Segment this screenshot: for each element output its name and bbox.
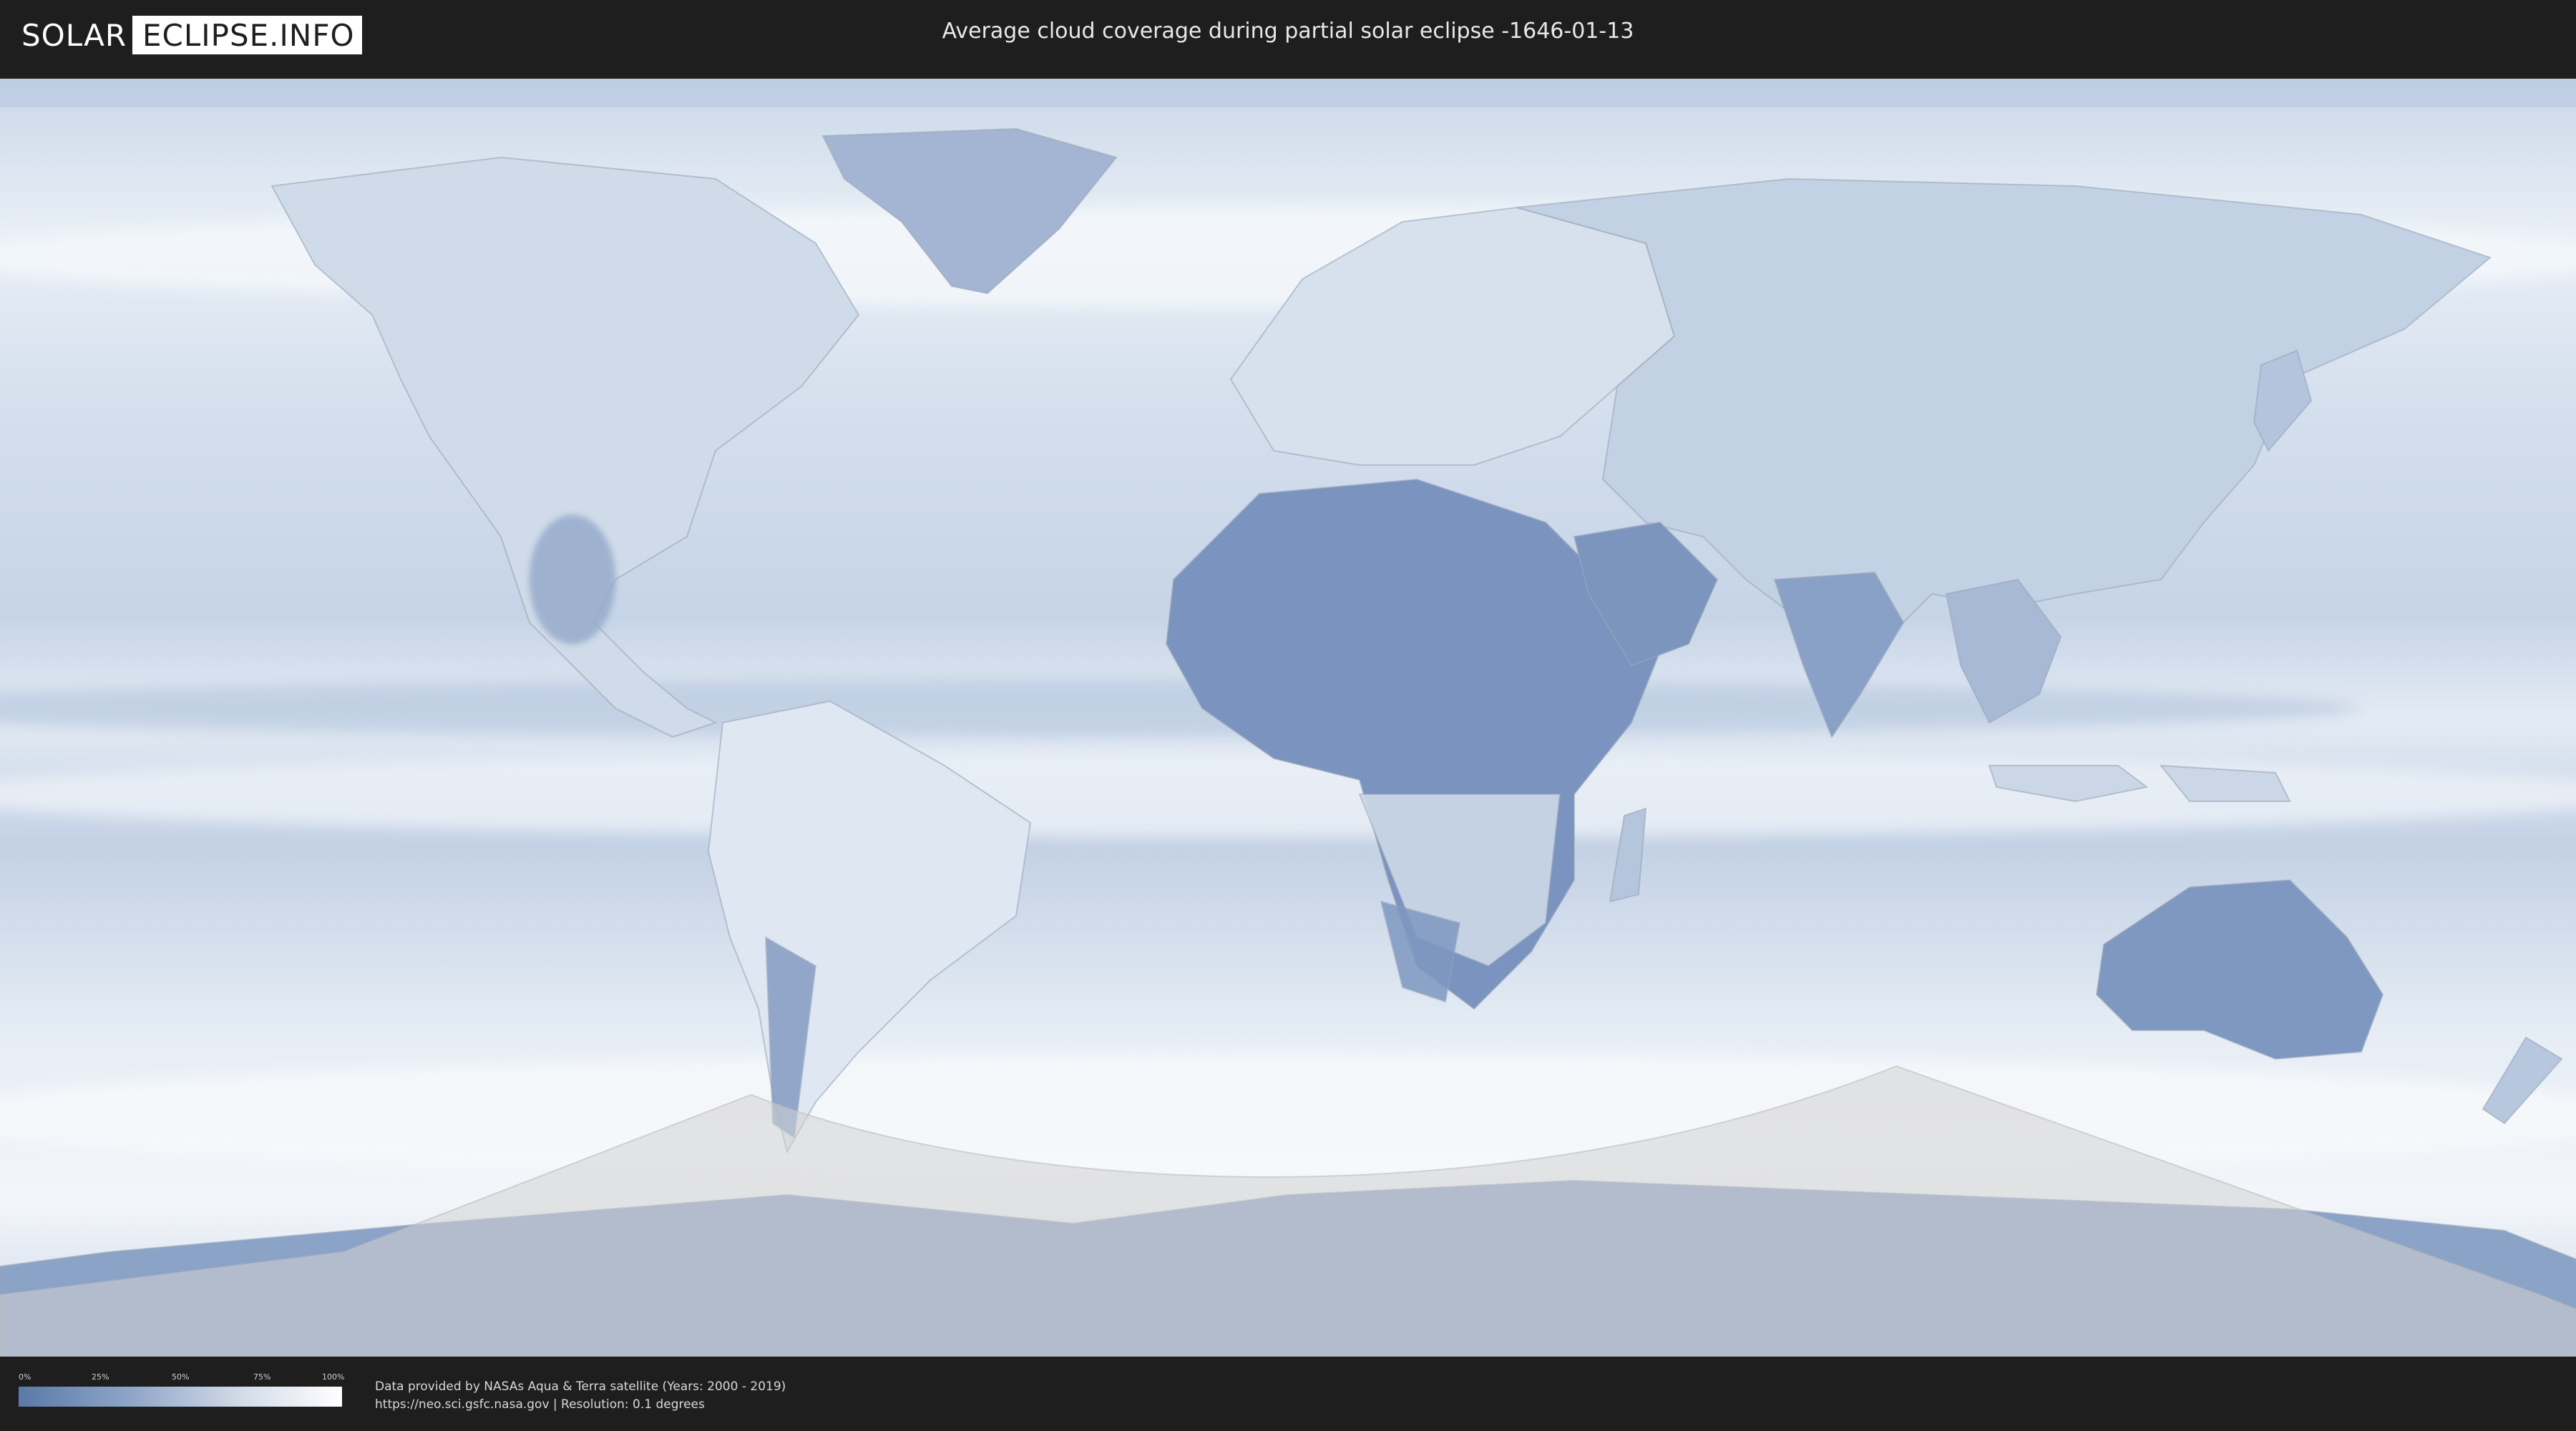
legend-tick-75: 75% <box>253 1372 271 1382</box>
footer-bar: 0% 25% 50% 75% 100% Data provided by NAS… <box>0 1357 2576 1431</box>
credits-line-2: https://neo.sci.gsfc.nasa.gov | Resoluti… <box>375 1397 705 1412</box>
legend-ticks: 0% 25% 50% 75% 100% <box>19 1372 345 1384</box>
legend-tick-0: 0% <box>19 1372 31 1382</box>
legend-tick-25: 25% <box>92 1372 109 1382</box>
data-credits: Data provided by NASAs Aqua & Terra sate… <box>375 1378 786 1414</box>
legend-color-bar <box>19 1387 342 1407</box>
page-title: Average cloud coverage during partial so… <box>942 19 1634 44</box>
legend-tick-100: 100% <box>322 1372 345 1382</box>
cloud-coverage-map <box>0 79 2576 1357</box>
credits-line-1: Data provided by NASAs Aqua & Terra sate… <box>375 1379 786 1394</box>
legend-tick-50: 50% <box>172 1372 190 1382</box>
cloud-coverage-legend: 0% 25% 50% 75% 100% <box>19 1372 345 1407</box>
header-bar: SOLAR ECLIPSE.INFO Average cloud coverag… <box>0 0 2576 70</box>
